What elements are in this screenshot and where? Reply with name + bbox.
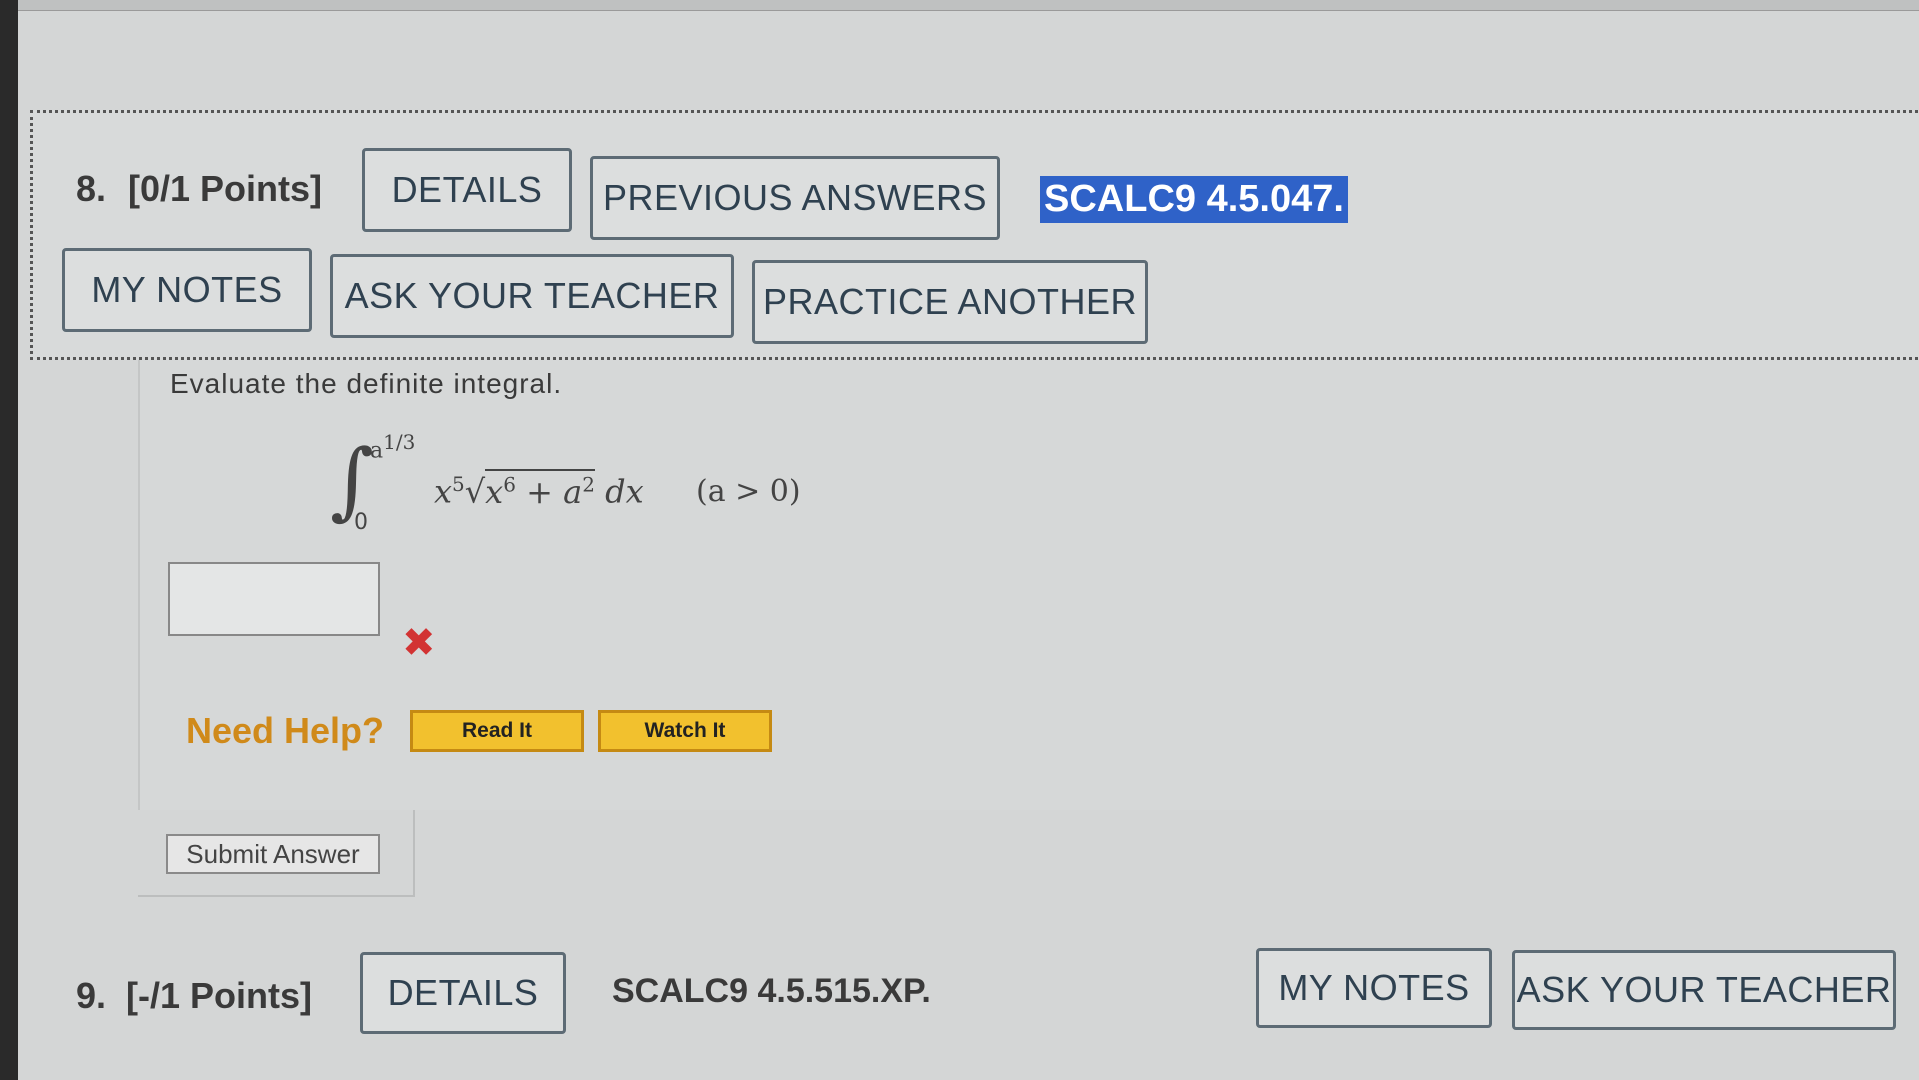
differential: dx (594, 472, 644, 511)
radicand-x: x (485, 472, 504, 511)
need-help-label: Need Help? (186, 710, 385, 751)
my-notes-button[interactable]: MY NOTES (62, 248, 312, 332)
question-9-code: SCALC9 4.5.515.XP. (612, 972, 931, 1010)
answer-input[interactable] (168, 562, 380, 636)
question-prompt: Evaluate the definite integral. (170, 368, 563, 399)
radical-icon: √ (464, 472, 486, 511)
practice-another-button[interactable]: PRACTICE ANOTHER (752, 260, 1148, 344)
integrand-x: x (434, 472, 453, 511)
radicand: x6 + a2 (485, 468, 595, 511)
previous-answers-button[interactable]: PREVIOUS ANSWERS (590, 156, 1000, 240)
question-9-points: [-/1 Points] (126, 975, 312, 1016)
integrand-x-exponent: 5 (452, 472, 465, 496)
submit-answer-button[interactable]: Submit Answer (166, 834, 380, 874)
radicand-a-exponent: 2 (582, 472, 595, 496)
incorrect-icon: ✖ (402, 621, 436, 665)
read-it-button[interactable]: Read It (410, 710, 584, 752)
question-9-ask-teacher-button[interactable]: ASK YOUR TEACHER (1512, 950, 1896, 1030)
screen-bezel (0, 0, 18, 1080)
integral-condition: (a > 0) (696, 474, 801, 509)
upper-limit: a1/3 (370, 430, 415, 463)
integral-expression: ∫ a1/3 0 x5√x6 + a2 dx (a > 0) (330, 430, 830, 540)
ask-your-teacher-button[interactable]: ASK YOUR TEACHER (330, 254, 734, 338)
radicand-plus-a: + a (515, 472, 583, 511)
question-9-details-button[interactable]: DETAILS (360, 952, 566, 1034)
question-points: [0/1 Points] (128, 168, 323, 209)
question-9-my-notes-button[interactable]: MY NOTES (1256, 948, 1492, 1028)
watch-it-button[interactable]: Watch It (598, 710, 772, 752)
problem-code: SCALC9 4.5.047. (1040, 176, 1348, 223)
question-number: 8. (76, 168, 107, 209)
upper-limit-exponent: 1/3 (383, 430, 416, 454)
top-divider (18, 0, 1919, 11)
question-9-number: 9. (76, 975, 107, 1016)
lower-limit: 0 (354, 510, 368, 535)
radicand-x-exponent: 6 (503, 472, 516, 496)
details-button[interactable]: DETAILS (362, 148, 572, 232)
upper-limit-base: a (370, 438, 384, 464)
integrand: x5√x6 + a2 dx (434, 468, 644, 511)
question-body (138, 360, 1919, 810)
